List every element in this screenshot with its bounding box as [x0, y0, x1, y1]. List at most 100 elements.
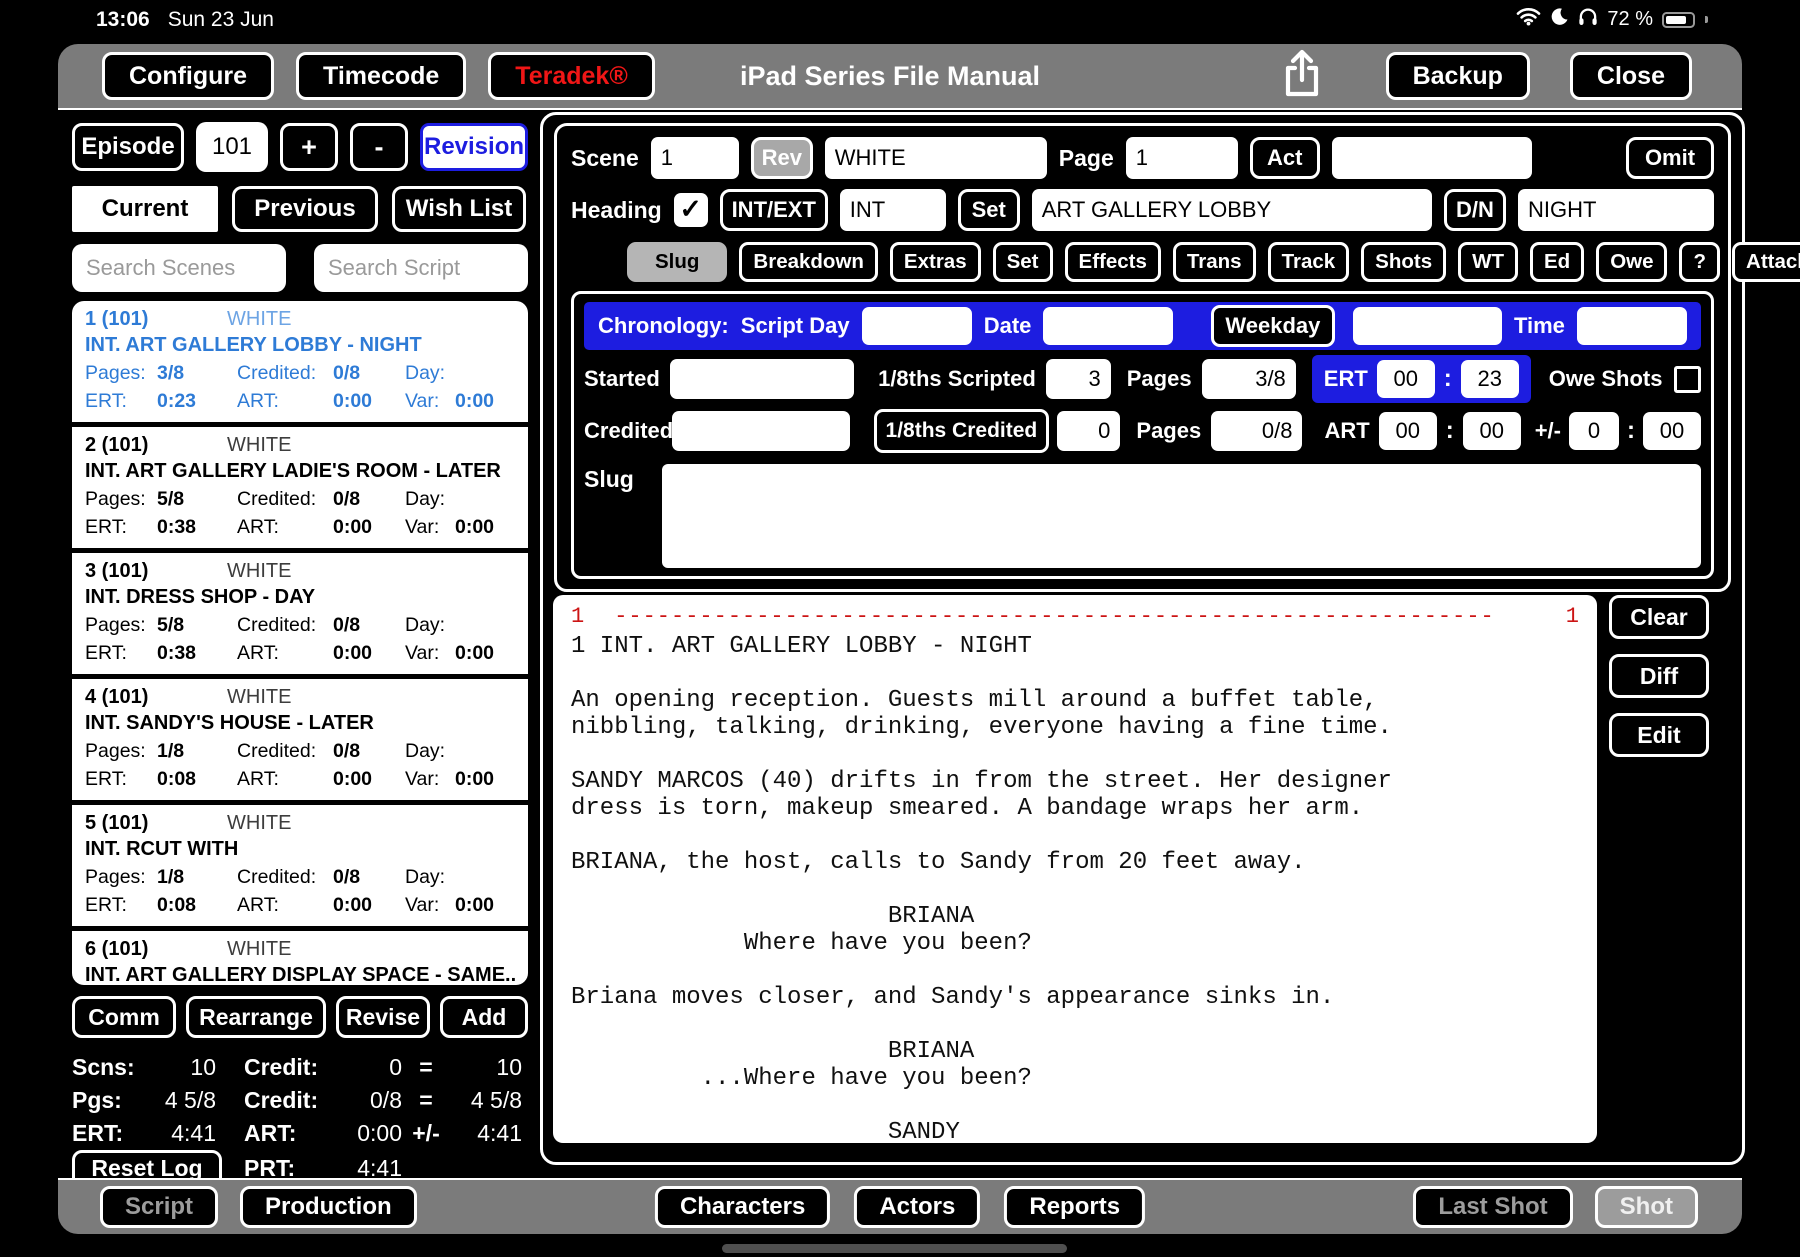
plus-minus-hours-field[interactable]: 0 — [1569, 412, 1619, 450]
day-night-field[interactable]: NIGHT — [1518, 189, 1714, 231]
art-colon: : — [1445, 417, 1454, 444]
scene-list-item[interactable]: 4 (101) WHITE INT. SANDY'S HOUSE - LATER Pa… — [72, 679, 528, 805]
episode-increment-button[interactable]: + — [280, 123, 338, 171]
started-field[interactable] — [669, 359, 855, 399]
action-button-revise[interactable]: Revise — [336, 996, 430, 1038]
episode-sidebar: Episode 101 + - Revision Current Previous… — [72, 122, 528, 1188]
bottom-button-characters[interactable]: Characters — [654, 1186, 831, 1228]
date-field[interactable] — [1043, 307, 1174, 345]
tab-breakdown[interactable]: Breakdown — [739, 242, 878, 282]
weekday-field[interactable] — [1352, 307, 1502, 345]
art-minutes-field[interactable]: 00 — [1462, 412, 1521, 450]
eighths-scripted-field[interactable]: 3 — [1045, 359, 1111, 399]
bottom-button-last-shot[interactable]: Last Shot — [1413, 1186, 1573, 1228]
close-button[interactable]: Close — [1569, 52, 1692, 100]
totals-value: 4 5/8 — [470, 1087, 522, 1113]
bottom-button-reports[interactable]: Reports — [1004, 1186, 1146, 1228]
totals-label: Credit: — [244, 1087, 319, 1113]
action-button-rearrange[interactable]: Rearrange — [186, 996, 326, 1038]
owe-shots-checkbox[interactable] — [1674, 365, 1701, 393]
pages-credited-field[interactable]: 0/8 — [1211, 411, 1303, 451]
revision-button[interactable]: Revision — [420, 123, 528, 171]
set-field[interactable]: ART GALLERY LOBBY — [1031, 189, 1432, 231]
tab-owe[interactable]: Owe — [1596, 242, 1668, 282]
scene-number-field[interactable]: 1 — [650, 137, 739, 179]
eighths-credited-field[interactable]: 0 — [1057, 411, 1121, 451]
search-script-input[interactable] — [314, 244, 528, 292]
tab-track[interactable]: Track — [1267, 242, 1350, 282]
scene-list-item[interactable]: 6 (101) WHITE INT. ART GALLERY DISPLAY SPA… — [72, 931, 528, 985]
scene-list-item[interactable]: 1 (101) WHITE INT. ART GALLERY LOBBY - NIG… — [72, 301, 528, 427]
tab-effects[interactable]: Effects — [1064, 242, 1161, 282]
day-night-button[interactable]: D/N — [1444, 189, 1506, 231]
heading-checkbox[interactable] — [673, 193, 708, 227]
set-button[interactable]: Set — [957, 189, 1020, 231]
art-hours-field[interactable]: 00 — [1378, 412, 1437, 450]
plus-minus-minutes-field[interactable]: 00 — [1643, 412, 1701, 450]
episode-number-field[interactable]: 101 — [196, 122, 268, 172]
totals-value: 10 — [496, 1054, 522, 1080]
time-field[interactable] — [1576, 307, 1687, 345]
scene-list-item[interactable]: 2 (101) WHITE INT. ART GALLERY LADIE'S ROO… — [72, 427, 528, 553]
ert-hours-field[interactable]: 00 — [1376, 360, 1435, 398]
view-tab-previous[interactable]: Previous — [232, 186, 378, 232]
share-button[interactable] — [1280, 48, 1324, 105]
scene-view-tabs: Current Previous Wish List — [72, 186, 528, 232]
totals-value: 10 — [190, 1054, 216, 1080]
view-tab-wish-list[interactable]: Wish List — [392, 186, 526, 232]
action-button-comm[interactable]: Comm — [72, 996, 176, 1038]
totals-row: ERT: 4:41 ART: 0:00 +/- 4:41 — [72, 1117, 528, 1150]
tab-slug[interactable]: Slug — [627, 242, 728, 282]
int-ext-button[interactable]: INT/EXT — [719, 189, 828, 231]
bottom-button-script[interactable]: Script — [100, 1186, 219, 1228]
clear-button[interactable]: Clear — [1609, 595, 1709, 639]
credited-label: Credited — [584, 418, 674, 443]
owe-shots-label: Owe Shots — [1548, 366, 1663, 391]
credited-field[interactable] — [672, 411, 850, 451]
eighths-credited-button[interactable]: 1/8ths Credited — [873, 409, 1050, 453]
episode-button[interactable]: Episode — [72, 123, 184, 171]
tab-wt[interactable]: WT — [1458, 242, 1518, 282]
scene-number-label: 6 (101) — [85, 938, 149, 960]
slug-text-area[interactable] — [662, 464, 1701, 568]
scene-list-item[interactable]: 5 (101) WHITE INT. RCUT WITH Pages: 1/8 Credi… — [72, 805, 528, 931]
search-scenes-input[interactable] — [72, 244, 286, 292]
page-number-field[interactable]: 1 — [1125, 137, 1238, 179]
backup-button[interactable]: Backup — [1385, 52, 1530, 100]
omit-button[interactable]: Omit — [1626, 137, 1714, 179]
episode-decrement-button[interactable]: - — [350, 123, 408, 171]
action-button-add[interactable]: Add — [440, 996, 528, 1038]
ert-minutes-field[interactable]: 23 — [1460, 360, 1519, 398]
totals-value: 4 5/8 — [164, 1087, 216, 1113]
view-tab-current[interactable]: Current — [72, 186, 218, 232]
home-indicator[interactable] — [722, 1244, 1067, 1253]
scene-revision-label: WHITE — [227, 686, 292, 708]
act-button[interactable]: Act — [1249, 137, 1320, 179]
diff-button[interactable]: Diff — [1609, 654, 1709, 698]
tab-ed[interactable]: Ed — [1529, 242, 1585, 282]
act-field[interactable] — [1331, 137, 1532, 179]
totals-value: 0 — [389, 1054, 402, 1080]
pages-scripted-field[interactable]: 3/8 — [1201, 359, 1296, 399]
toolbar-button-configure[interactable]: Configure — [102, 52, 275, 100]
date-label: Date — [983, 313, 1032, 338]
bottom-button-shot[interactable]: Shot — [1594, 1186, 1698, 1228]
tab-misc[interactable]: ? — [1679, 242, 1721, 282]
bottom-button-production[interactable]: Production — [240, 1186, 417, 1228]
scene-number-label: 1 (101) — [85, 308, 149, 330]
revision-color-field[interactable]: WHITE — [824, 137, 1047, 179]
edit-button[interactable]: Edit — [1609, 713, 1709, 757]
tab-extras[interactable]: Extras — [889, 242, 981, 282]
rev-button[interactable]: Rev — [750, 137, 813, 179]
tab-trans[interactable]: Trans — [1172, 242, 1256, 282]
toolbar-button-timecode[interactable]: Timecode — [296, 52, 467, 100]
bottom-button-actors[interactable]: Actors — [854, 1186, 981, 1228]
scene-list-item[interactable]: 3 (101) WHITE INT. DRESS SHOP - DAY Pages: 5… — [72, 553, 528, 679]
tab-attachments[interactable]: Attachments — [1732, 242, 1800, 282]
script-day-field[interactable] — [861, 307, 972, 345]
weekday-button[interactable]: Weekday — [1211, 305, 1335, 347]
int-ext-field[interactable]: INT — [839, 189, 946, 231]
tab-shots[interactable]: Shots — [1361, 242, 1447, 282]
tab-set[interactable]: Set — [992, 242, 1053, 282]
toolbar-button-teradek[interactable]: Teradek® — [488, 52, 655, 100]
